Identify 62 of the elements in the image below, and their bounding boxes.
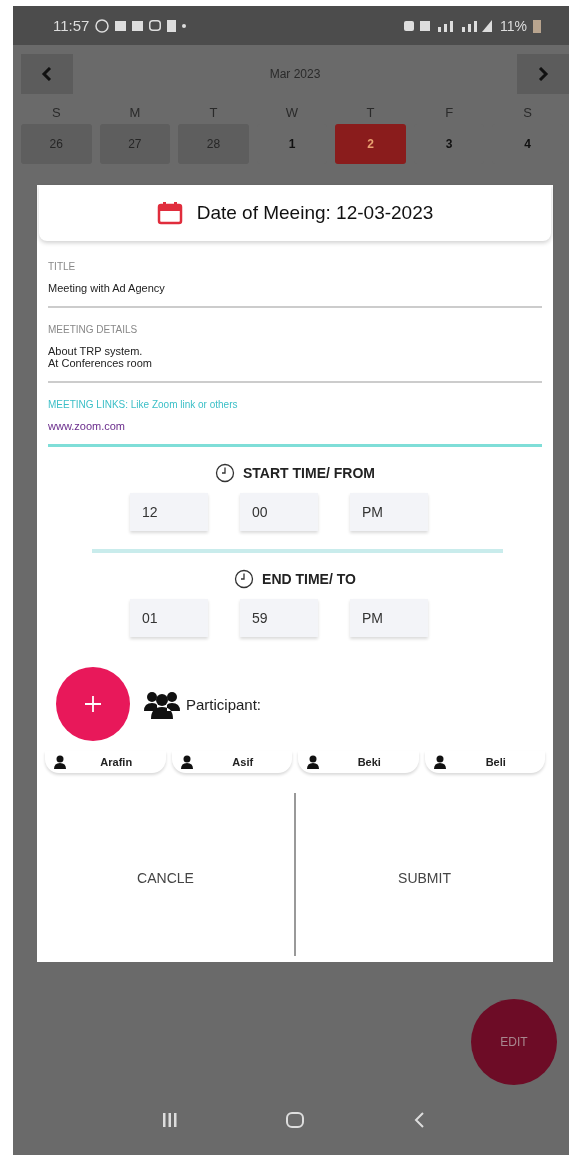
field-value: Meeting with Ad Agency <box>48 282 166 294</box>
dialog-title: Date of Meeing: 12-03-2023 <box>196 202 434 224</box>
field-label: MEETING DETAILS <box>48 324 139 335</box>
chevron-left-icon <box>41 67 53 81</box>
field-label: TITLE <box>48 261 77 272</box>
group-icon <box>144 689 180 719</box>
time-label: START TIME/ FROM <box>243 465 375 481</box>
weekday-label: W <box>284 105 300 120</box>
weekday-label: T <box>365 105 376 120</box>
weekday-label: S <box>50 105 62 120</box>
person-icon <box>306 755 320 769</box>
plus-icon <box>83 694 103 714</box>
previous-month-button[interactable] <box>21 54 73 94</box>
participant-name: Arafin <box>99 756 134 768</box>
time-label: END TIME/ TO <box>262 571 356 587</box>
sim-notification-icon <box>167 19 177 32</box>
period-picker[interactable]: PM <box>350 493 428 531</box>
minute-picker[interactable]: 59 <box>240 599 318 637</box>
hour-picker[interactable]: 12 <box>130 493 208 531</box>
weekday-label: F <box>444 105 455 120</box>
clock-notification-icon <box>95 18 110 33</box>
next-month-button[interactable] <box>517 54 569 94</box>
dot-icon <box>182 23 187 28</box>
text-field[interactable]: TITLE Meeting with Ad Agency <box>48 261 542 308</box>
recent-apps-icon <box>161 1112 178 1128</box>
participant-chip[interactable]: Asif <box>171 751 292 773</box>
battery-level: 11% <box>500 17 527 34</box>
clock-icon <box>215 463 235 483</box>
period-picker[interactable]: PM <box>350 599 428 637</box>
participant-name: Beki <box>356 756 382 768</box>
weekday-label: S <box>522 105 534 120</box>
lock-notification-icon <box>149 20 162 31</box>
person-icon <box>432 755 447 769</box>
person-icon <box>179 755 194 769</box>
person-icon <box>53 755 67 769</box>
participant-chip[interactable]: Arafin <box>45 751 166 773</box>
calendar-day[interactable]: 2 <box>335 124 406 164</box>
participant-label: Participant: <box>186 695 262 713</box>
back-icon <box>413 1111 426 1129</box>
hour-picker[interactable]: 01 <box>130 599 208 637</box>
calendar-icon <box>156 201 183 225</box>
battery-icon <box>533 18 541 33</box>
participant-chip[interactable]: Beki <box>298 751 419 773</box>
message-notification-icon <box>115 20 127 31</box>
text-field[interactable]: MEETING DETAILS About TRP system. At Conferences room <box>48 324 542 383</box>
field-label: MEETING LINKS: Like Zoom link or others <box>48 399 239 410</box>
weekday-label: T <box>208 105 219 120</box>
participant-chip[interactable]: Beli <box>424 751 545 773</box>
month-label: Mar 2023 <box>269 67 321 81</box>
weekday-label: M <box>128 105 142 120</box>
field-value: www.zoom.com <box>48 420 127 432</box>
text-field[interactable]: MEETING LINKS: Like Zoom link or others www.zoom.com <box>48 399 542 447</box>
home-icon <box>285 1111 306 1129</box>
clock-time: 11:57 <box>53 17 90 34</box>
chevron-right-icon <box>537 67 549 81</box>
participant-name: Beli <box>484 756 507 768</box>
edit-button[interactable]: EDIT <box>471 999 557 1085</box>
participant-name: Asif <box>231 756 255 768</box>
clock-icon <box>234 569 255 589</box>
minute-picker[interactable]: 00 <box>240 493 318 531</box>
field-value: About TRP system. At Conferences room <box>48 345 153 369</box>
message-notification-icon <box>132 20 144 31</box>
